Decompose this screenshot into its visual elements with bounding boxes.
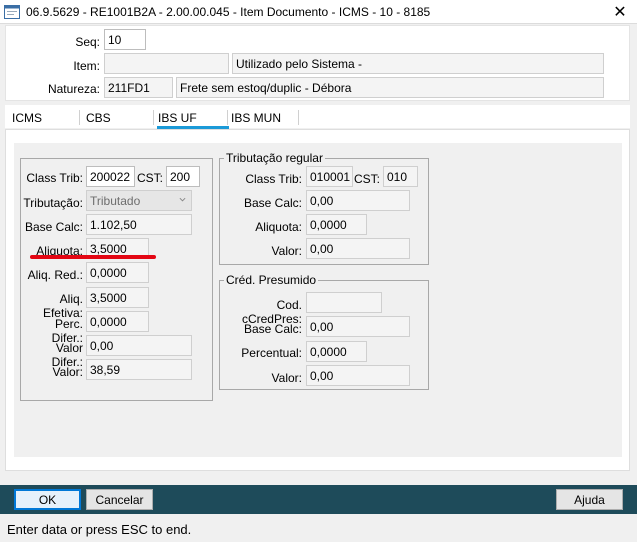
app-icon	[4, 5, 20, 19]
tributacao-label: Tributação:	[23, 196, 83, 210]
aliq-red-input[interactable]: 0,0000	[86, 262, 149, 283]
item-label: Item:	[73, 59, 100, 73]
presumido-valor-input[interactable]: 0,00	[306, 365, 410, 386]
valor-label: Valor:	[52, 365, 83, 379]
perc-difer-input[interactable]: 0,0000	[86, 311, 149, 332]
tab-icms[interactable]: ICMS	[12, 111, 42, 125]
tab-separator	[227, 110, 228, 125]
tab-separator	[298, 110, 299, 125]
valor-difer-input[interactable]: 0,00	[86, 335, 192, 356]
natureza-label: Natureza:	[47, 82, 100, 96]
cred-presumido-title: Créd. Presumido	[224, 273, 319, 287]
close-button[interactable]: ✕	[603, 0, 637, 24]
item-description: Utilizado pelo Sistema -	[232, 53, 604, 74]
highlight-mark	[30, 255, 156, 259]
title-bar: 06.9.5629 - RE1001B2A - 2.00.00.045 - It…	[0, 0, 637, 24]
help-button[interactable]: Ajuda	[556, 489, 623, 510]
regular-valor-label: Valor:	[271, 244, 302, 258]
percentual-label: Percentual:	[241, 346, 302, 360]
regular-aliquota-input[interactable]: 0,0000	[306, 214, 367, 235]
status-text: Enter data or press ESC to end.	[7, 522, 192, 537]
seq-input[interactable]: 10	[104, 29, 146, 50]
regular-base-calc-label: Base Calc:	[243, 196, 302, 210]
class-trib-label: Class Trib:	[26, 171, 83, 185]
tab-strip: ICMS CBS IBS UF IBS MUN	[5, 105, 630, 129]
cod-ccredpres-input[interactable]	[306, 292, 382, 313]
class-trib-input[interactable]: 200022	[86, 166, 135, 187]
tab-cbs[interactable]: CBS	[86, 111, 111, 125]
presumido-base-calc-input[interactable]: 0,00	[306, 316, 410, 337]
regular-class-trib-input[interactable]: 010001	[306, 166, 353, 187]
percentual-input[interactable]: 0,0000	[306, 341, 367, 362]
aliq-efetiva-input[interactable]: 3,5000	[86, 287, 149, 308]
regular-aliquota-label: Aliquota:	[255, 220, 302, 234]
close-icon: ✕	[613, 4, 627, 21]
cst-input[interactable]: 200	[166, 166, 200, 187]
regular-class-trib-label: Class Trib:	[245, 172, 302, 186]
base-calc-label: Base Calc:	[24, 220, 83, 234]
cancel-button[interactable]: Cancelar	[86, 489, 153, 510]
tributacao-select[interactable]: Tributado	[86, 190, 192, 211]
tributacao-select-value: Tributado	[90, 194, 141, 208]
presumido-base-calc-label: Base Calc:	[243, 322, 302, 336]
tributacao-regular-title: Tributação regular	[224, 151, 325, 165]
action-bar: OK Cancelar Ajuda	[0, 485, 637, 514]
aliq-red-label: Aliq. Red.:	[27, 268, 83, 282]
seq-label: Seq:	[75, 35, 100, 49]
status-bar: Enter data or press ESC to end.	[0, 514, 637, 542]
natureza-input[interactable]: 211FD1	[104, 77, 173, 98]
aliq-efetiva-label: Aliq. Efetiva:	[42, 292, 83, 320]
regular-base-calc-input[interactable]: 0,00	[306, 190, 410, 211]
valor-input[interactable]: 38,59	[86, 359, 192, 380]
tab-ibs-mun[interactable]: IBS MUN	[231, 111, 281, 125]
item-input[interactable]	[104, 53, 229, 74]
base-calc-input[interactable]: 1.102,50	[86, 214, 192, 235]
tab-ibs-uf[interactable]: IBS UF	[158, 111, 197, 125]
cst-label: CST:	[136, 171, 163, 185]
window-title: 06.9.5629 - RE1001B2A - 2.00.00.045 - It…	[26, 5, 431, 19]
chevron-down-icon	[179, 197, 186, 202]
presumido-valor-label: Valor:	[271, 371, 302, 385]
regular-cst-label: CST:	[353, 172, 380, 186]
tab-separator	[153, 110, 154, 125]
regular-valor-input[interactable]: 0,00	[306, 238, 410, 259]
regular-cst-input[interactable]: 010	[383, 166, 418, 187]
natureza-description: Frete sem estoq/duplic - Débora	[176, 77, 604, 98]
tab-separator	[79, 110, 80, 125]
ok-button[interactable]: OK	[14, 489, 81, 510]
